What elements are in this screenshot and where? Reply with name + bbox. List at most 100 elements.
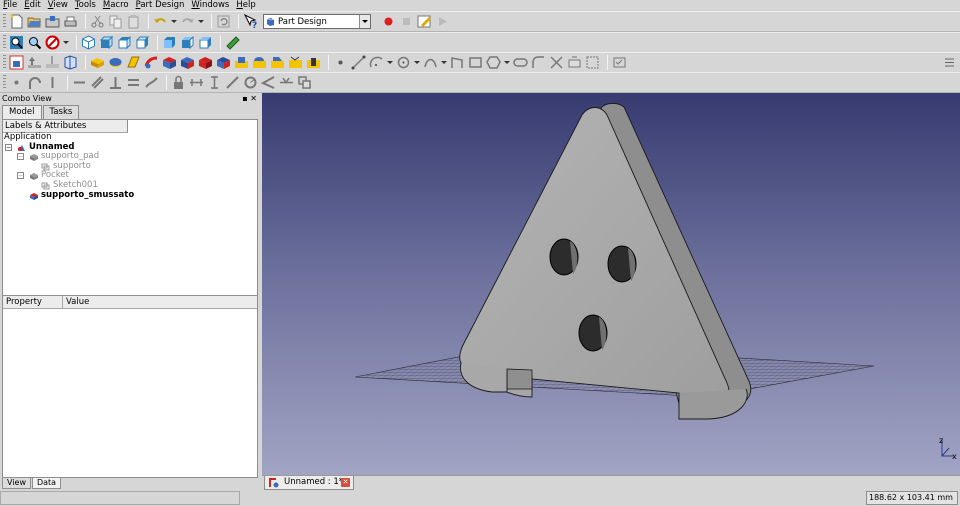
draw-style-icon[interactable] [45, 35, 60, 50]
constraint-vertical-icon[interactable] [45, 75, 60, 90]
open-icon[interactable] [27, 14, 42, 29]
hole-icon[interactable] [180, 55, 195, 70]
constraint-tangent-icon[interactable] [27, 75, 42, 90]
conic-dropdown-icon[interactable] [441, 55, 447, 70]
shape-binder-icon[interactable] [27, 55, 42, 70]
workbench-selector[interactable]: Part Design [263, 14, 371, 29]
thickness-icon[interactable] [306, 55, 321, 70]
pocket-icon[interactable] [162, 55, 177, 70]
toolbar-grip[interactable] [3, 35, 6, 50]
validate-icon[interactable] [612, 55, 627, 70]
right-view-icon[interactable] [135, 35, 150, 50]
draw-style-dropdown-icon[interactable] [63, 35, 69, 50]
tree-item-pocket[interactable]: − Pocket [3, 171, 257, 181]
constraint-point-icon[interactable] [9, 75, 24, 90]
menu-help[interactable]: Help [236, 0, 255, 11]
sketch-icon[interactable] [63, 55, 78, 70]
subtractive-pipe-icon[interactable] [234, 55, 249, 70]
stop-macro-icon[interactable] [399, 14, 414, 29]
record-macro-icon[interactable] [381, 14, 396, 29]
create-body-icon[interactable] [9, 55, 24, 70]
redo-dropdown-icon[interactable] [198, 14, 204, 29]
circle-icon[interactable] [396, 55, 411, 70]
undo-dropdown-icon[interactable] [171, 14, 177, 29]
toolbar-grip[interactable] [3, 14, 6, 29]
redo-icon[interactable] [180, 14, 195, 29]
line-icon[interactable] [351, 55, 366, 70]
constraint-lock-icon[interactable] [171, 75, 186, 90]
fillet-icon[interactable] [252, 55, 267, 70]
constraint-horizontal-icon[interactable] [72, 75, 87, 90]
toggle-driving-icon[interactable] [297, 75, 312, 90]
draft-icon[interactable] [288, 55, 303, 70]
print-icon[interactable] [63, 14, 78, 29]
collapse-icon[interactable]: − [5, 143, 12, 151]
document-tab[interactable]: Unnamed : 1* ✕ [264, 476, 354, 490]
constraint-parallel-icon[interactable] [90, 75, 105, 90]
rear-view-icon[interactable] [162, 35, 177, 50]
menu-file[interactable]: File [3, 0, 17, 11]
paste-icon[interactable] [126, 14, 141, 29]
dock-buttons[interactable]: ▪ ✕ [242, 93, 257, 104]
constraint-equal-icon[interactable] [126, 75, 141, 90]
close-icon[interactable]: ✕ [341, 478, 350, 487]
refresh-icon[interactable] [216, 14, 231, 29]
tab-data[interactable]: Data [31, 478, 62, 489]
rectangle-icon[interactable] [468, 55, 483, 70]
top-view-icon[interactable] [117, 35, 132, 50]
loft-icon[interactable] [126, 55, 141, 70]
property-column-header[interactable]: Property [3, 296, 63, 308]
external-icon[interactable] [567, 55, 582, 70]
tab-tasks[interactable]: Tasks [42, 105, 80, 119]
menu-part-design[interactable]: Part Design [136, 0, 185, 11]
fillet-sketch-icon[interactable] [531, 55, 546, 70]
menu-edit[interactable]: Edit [24, 0, 40, 11]
constraint-radius-icon[interactable] [243, 75, 258, 90]
constraint-distance-icon[interactable] [225, 75, 240, 90]
subtractive-loft-icon[interactable] [216, 55, 231, 70]
edit-macro-icon[interactable] [417, 14, 432, 29]
revolution-icon[interactable] [108, 55, 123, 70]
groove-icon[interactable] [198, 55, 213, 70]
pad-icon[interactable] [90, 55, 105, 70]
slot-icon[interactable] [513, 55, 528, 70]
chevron-down-icon[interactable] [359, 15, 370, 28]
axonometric-icon[interactable] [81, 35, 96, 50]
tree-item-supporto-pad[interactable]: − supporto_pad [3, 152, 257, 162]
measure-icon[interactable] [225, 35, 240, 50]
constraint-distance-y-icon[interactable] [207, 75, 222, 90]
save-icon[interactable] [45, 14, 60, 29]
collapse-icon[interactable]: − [17, 153, 24, 161]
run-macro-icon[interactable] [435, 14, 450, 29]
tab-view[interactable]: View [2, 478, 31, 489]
toolbar-grip[interactable] [3, 75, 6, 90]
front-view-icon[interactable] [99, 35, 114, 50]
polygon-icon[interactable] [486, 55, 501, 70]
constraint-symmetric-icon[interactable] [144, 75, 159, 90]
toolbar-overflow-icon[interactable] [942, 55, 957, 70]
chamfer-icon[interactable] [270, 55, 285, 70]
arc-dropdown-icon[interactable] [387, 55, 393, 70]
whats-this-icon[interactable]: ? [243, 14, 258, 29]
fit-all-icon[interactable] [9, 35, 24, 50]
new-document-icon[interactable] [9, 14, 24, 29]
construction-icon[interactable] [585, 55, 600, 70]
fit-selection-icon[interactable] [27, 35, 42, 50]
tab-model[interactable]: Model [2, 105, 42, 119]
point-icon[interactable] [333, 55, 348, 70]
menu-windows[interactable]: Windows [191, 0, 229, 11]
copy-icon[interactable] [108, 14, 123, 29]
collapse-icon[interactable]: − [17, 172, 24, 180]
constraint-snell-icon[interactable] [279, 75, 294, 90]
constraint-angle-icon[interactable] [261, 75, 276, 90]
3d-viewport[interactable]: z x [262, 93, 960, 475]
clone-icon[interactable] [45, 55, 60, 70]
conic-icon[interactable] [423, 55, 438, 70]
value-column-header[interactable]: Value [63, 296, 257, 308]
property-view[interactable]: Property Value [2, 295, 258, 478]
cut-icon[interactable] [90, 14, 105, 29]
circle-dropdown-icon[interactable] [414, 55, 420, 70]
polyline-icon[interactable] [450, 55, 465, 70]
tree-item-supporto-smussato[interactable]: supporto_smussato [3, 190, 257, 201]
polygon-dropdown-icon[interactable] [504, 55, 510, 70]
